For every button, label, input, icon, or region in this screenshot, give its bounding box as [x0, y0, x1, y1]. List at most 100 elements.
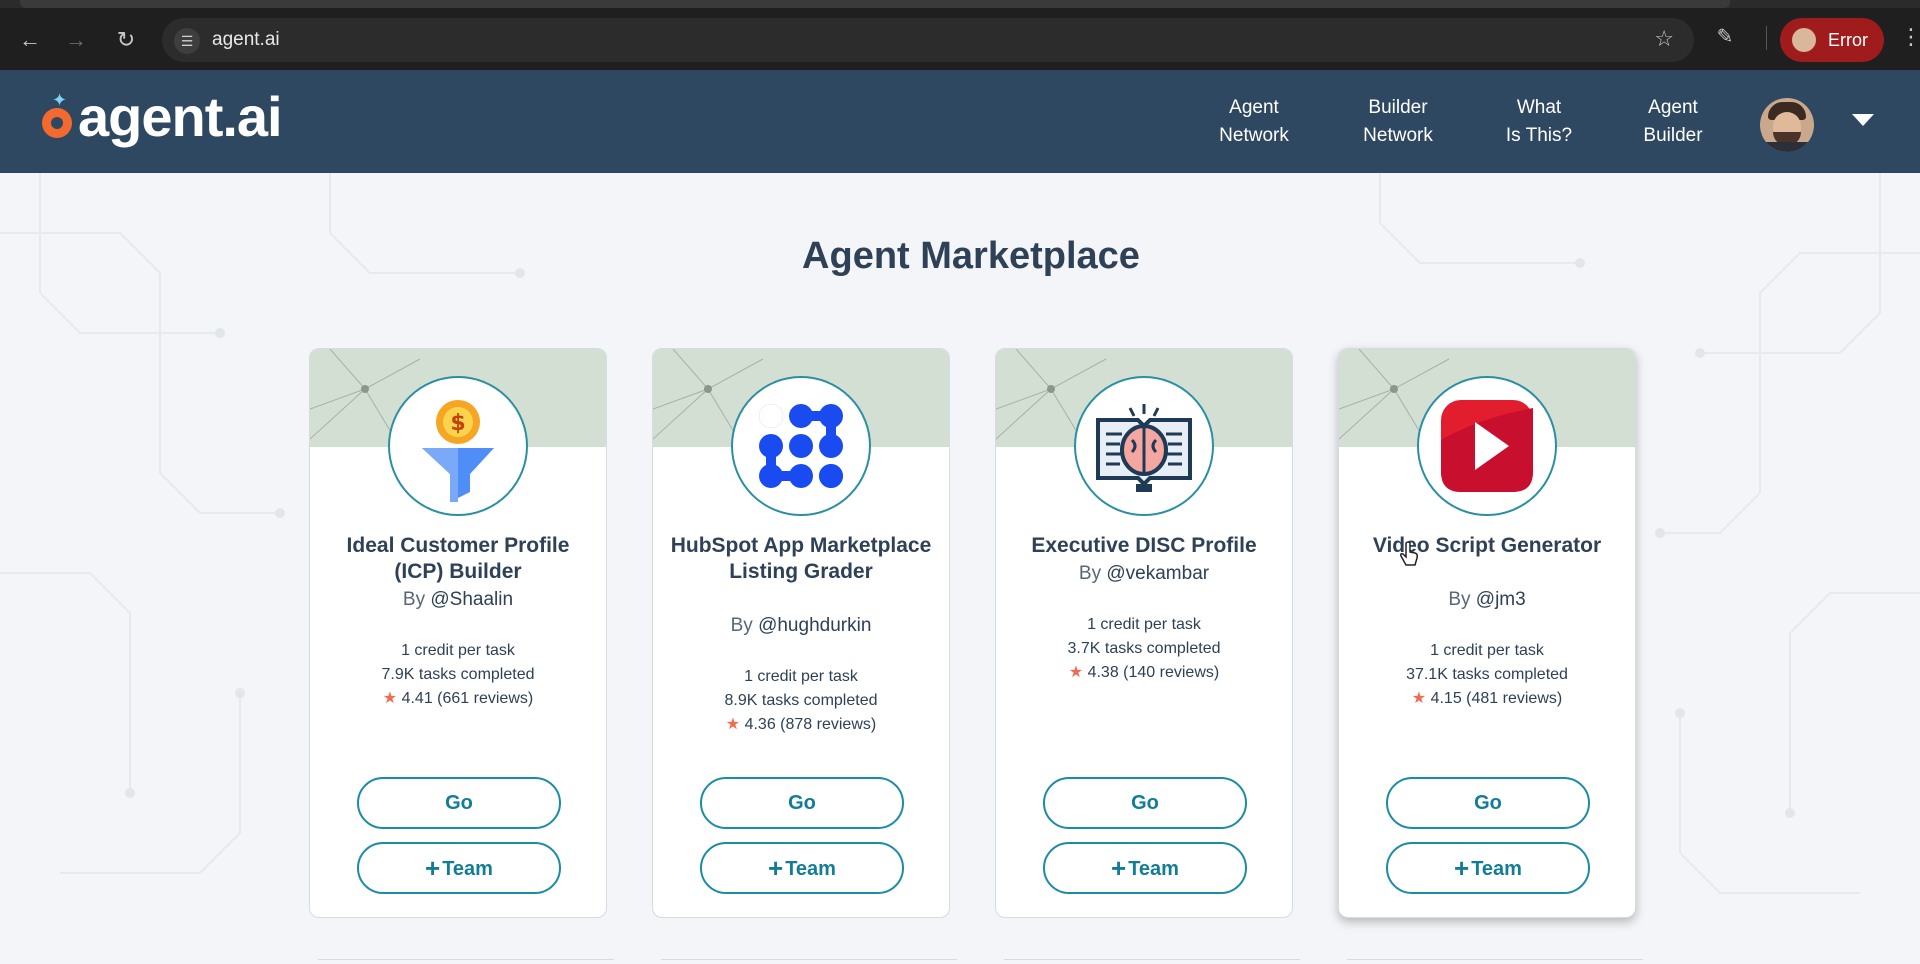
tasks-text: 8.9K tasks completed [724, 692, 878, 709]
star-icon: ★ [1411, 690, 1427, 707]
plus-icon: + [1111, 853, 1127, 883]
go-button[interactable]: Go [357, 777, 561, 829]
by-label: By [1448, 589, 1471, 610]
rating-text: 4.41 (661 reviews) [401, 690, 534, 707]
forward-icon[interactable]: → [58, 22, 94, 58]
card-author: By @vekambar [996, 563, 1292, 585]
by-label: By [402, 589, 426, 610]
toolbar-divider [1766, 26, 1767, 50]
star-icon: ★ [1068, 664, 1084, 681]
funnel-dollar-icon: $ [388, 376, 528, 516]
nav-label-line1: Agent [1648, 97, 1698, 118]
browser-menu-icon[interactable]: ⋮ [1900, 24, 1920, 50]
bookmark-star-icon[interactable]: ☆ [1654, 26, 1674, 52]
rating-text: 4.38 (140 reviews) [1087, 664, 1220, 681]
credit-text: 1 credit per task [1430, 642, 1544, 659]
svg-text:$: $ [450, 411, 465, 436]
rating-text: 4.36 (878 reviews) [744, 716, 877, 733]
site-header: ✦ agent.ai Agent Network Builder Network… [0, 70, 1920, 173]
card-meta: 1 credit per task 3.7K tasks completed ★… [996, 613, 1292, 685]
add-team-button[interactable]: + Team [1043, 842, 1247, 894]
card-title[interactable]: Executive DISC Profile [1012, 533, 1276, 559]
brain-book-icon [1074, 376, 1214, 516]
network-dots-icon [731, 376, 871, 516]
by-label: By [730, 615, 753, 636]
credit-text: 1 credit per task [401, 642, 515, 659]
plus-icon: + [425, 853, 441, 883]
gear-logo-icon [42, 108, 72, 138]
nav-label-line2: Network [1219, 125, 1289, 146]
chevron-down-icon[interactable] [1852, 114, 1874, 126]
marketplace-page: Agent Marketplace $ Ideal Customer Profi… [0, 173, 1920, 964]
add-team-button[interactable]: + Team [700, 842, 904, 894]
author-handle[interactable]: @hughdurkin [758, 615, 871, 636]
page-title: Agent Marketplace [802, 235, 1140, 277]
card-title[interactable]: HubSpot App Marketplace Listing Grader [669, 533, 933, 585]
go-button[interactable]: Go [1043, 777, 1247, 829]
url-text[interactable]: agent.ai [212, 29, 280, 51]
add-team-button[interactable]: + Team [1386, 842, 1590, 894]
author-handle[interactable]: @Shaalin [430, 589, 513, 610]
author-handle[interactable]: @vekambar [1106, 563, 1209, 584]
tasks-text: 37.1K tasks completed [1406, 666, 1568, 683]
nav-agent-network[interactable]: Agent Network [1199, 94, 1309, 150]
go-button[interactable]: Go [1386, 777, 1590, 829]
rating-row: ★ 4.41 (661 reviews) [310, 687, 606, 711]
avatar-shirt [1760, 142, 1814, 152]
credit-text: 1 credit per task [744, 668, 858, 685]
card-title[interactable]: Ideal Customer Profile (ICP) Builder [326, 533, 590, 585]
card-title[interactable]: Video Script Generator [1355, 533, 1619, 559]
next-row-card-edge [1004, 959, 1300, 964]
nav-label-line2: Is This? [1505, 125, 1573, 146]
site-settings-icon[interactable]: ☰ [174, 28, 200, 54]
plus-icon: + [768, 853, 784, 883]
go-button[interactable]: Go [700, 777, 904, 829]
card-author: By @Shaalin [310, 589, 606, 611]
nav-label-line2: Network [1363, 125, 1433, 146]
card-meta: 1 credit per task 8.9K tasks completed ★… [653, 665, 949, 737]
extensions-puzzle-icon[interactable]: ✎ [1712, 24, 1738, 50]
nav-what-is-this[interactable]: What Is This? [1484, 94, 1594, 150]
next-row-card-edge [661, 959, 957, 964]
nav-label-line2: Builder [1643, 125, 1703, 146]
author-handle[interactable]: @jm3 [1476, 589, 1526, 610]
agent-card[interactable]: Executive DISC Profile By @vekambar 1 cr… [995, 348, 1293, 918]
agent-card[interactable]: $ Ideal Customer Profile (ICP) Builder B… [309, 348, 607, 918]
rating-text: 4.15 (481 reviews) [1430, 690, 1563, 707]
rating-row: ★ 4.38 (140 reviews) [996, 661, 1292, 685]
agent-card[interactable]: HubSpot App Marketplace Listing Grader B… [652, 348, 950, 918]
tasks-text: 3.7K tasks completed [1067, 640, 1221, 657]
address-bar[interactable]: ☰ agent.ai ☆ [162, 18, 1694, 62]
tasks-text: 7.9K tasks completed [381, 666, 535, 683]
plus-icon: + [1454, 853, 1470, 883]
card-author: By @hughdurkin [653, 615, 949, 637]
nav-label-line1: Agent [1229, 97, 1279, 118]
profile-error-label: Error [1828, 30, 1868, 50]
user-avatar[interactable] [1760, 98, 1814, 152]
nav-agent-builder[interactable]: Agent Builder [1618, 94, 1728, 150]
next-row-card-edge [318, 959, 614, 964]
add-team-button[interactable]: + Team [357, 842, 561, 894]
nav-label-line1: What [1516, 97, 1562, 118]
profile-avatar-icon [1792, 28, 1816, 52]
team-label: Team [785, 858, 836, 880]
active-tab[interactable] [20, 0, 1730, 8]
card-meta: 1 credit per task 7.9K tasks completed ★… [310, 639, 606, 711]
reload-icon[interactable]: ↻ [108, 22, 144, 58]
team-label: Team [442, 858, 493, 880]
sparkle-icon: ✦ [52, 90, 68, 110]
next-row-card-edge [1347, 959, 1643, 964]
star-icon: ★ [382, 690, 398, 707]
card-meta: 1 credit per task 37.1K tasks completed … [1339, 639, 1635, 711]
browser-toolbar: ← → ↻ ☰ agent.ai ☆ ✎ Error ⋮ [0, 0, 1920, 70]
profile-error-button[interactable]: Error [1780, 18, 1884, 62]
play-button-icon [1417, 376, 1557, 516]
star-icon: ★ [725, 716, 741, 733]
team-label: Team [1128, 858, 1179, 880]
back-icon[interactable]: ← [12, 22, 48, 58]
team-label: Team [1471, 858, 1522, 880]
hand-pointer-icon [1400, 541, 1418, 566]
rating-row: ★ 4.36 (878 reviews) [653, 713, 949, 737]
nav-builder-network[interactable]: Builder Network [1343, 94, 1453, 150]
agent-card[interactable]: Video Script Generator By @jm3 1 credit … [1338, 348, 1636, 918]
